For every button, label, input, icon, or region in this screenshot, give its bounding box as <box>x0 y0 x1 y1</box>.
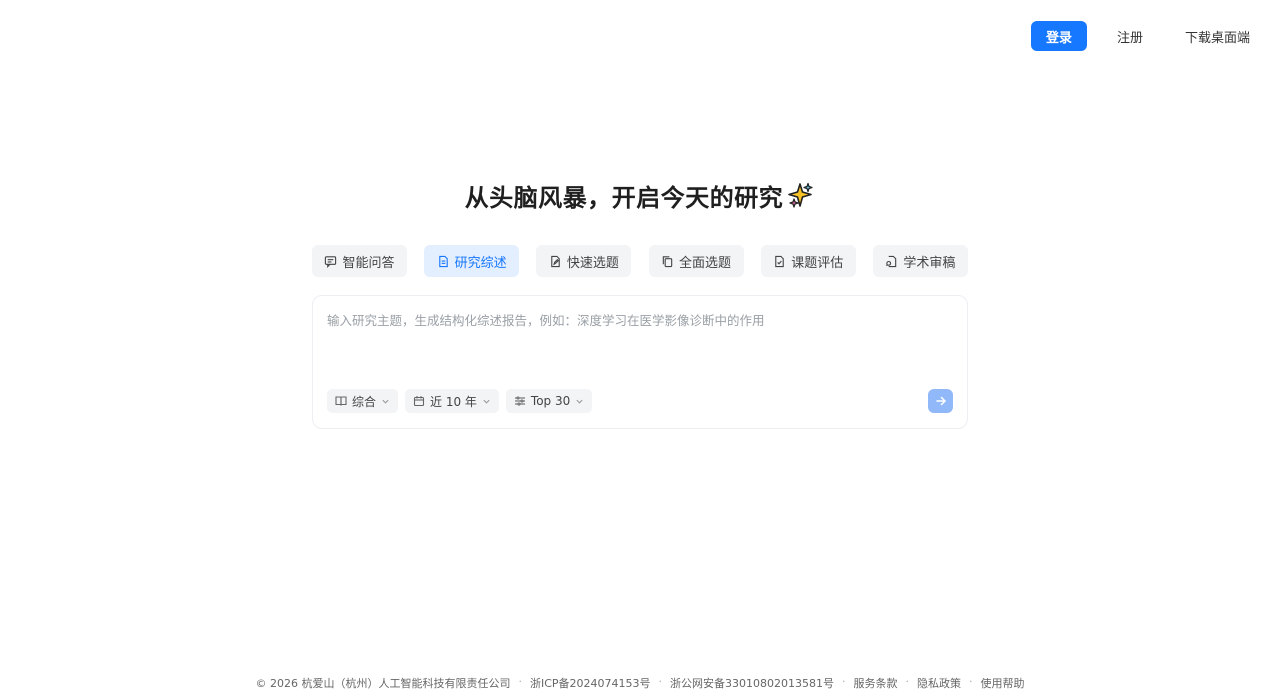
edit-doc-icon <box>551 255 560 267</box>
tab-topic-assessment[interactable]: 课题评估 <box>760 245 856 277</box>
page-title: 从头脑风暴，开启今天的研究 <box>0 175 1280 215</box>
icp-link[interactable]: 浙ICP备2024074153号 <box>530 675 651 691</box>
filter-label: 近 10 年 <box>430 394 477 409</box>
tab-smart-qa[interactable]: 智能问答 <box>312 245 407 277</box>
terms-link[interactable]: 服务条款 <box>854 675 898 691</box>
footer: © 2026 杭爱山（杭州）人工智能科技有限责任公司 · 浙ICP备202407… <box>0 675 1280 691</box>
tab-label: 学术审稿 <box>903 255 956 271</box>
tab-label: 研究综述 <box>454 255 507 271</box>
year-range-filter[interactable]: 近 10 年 <box>405 389 499 413</box>
prompt-card: 综合 近 10 年 Top 30 <box>312 295 968 429</box>
tab-quick-topic[interactable]: 快速选题 <box>536 245 632 277</box>
top-nav: 登录 注册 下载桌面端 <box>1030 21 1250 51</box>
police-record-link[interactable]: 浙公网安备33010802013581号 <box>670 675 834 691</box>
research-topic-input[interactable] <box>327 310 947 370</box>
chevron-down-icon <box>382 399 389 404</box>
review-doc-icon <box>886 255 897 267</box>
sparkle-icon <box>788 182 813 208</box>
chevron-down-icon <box>483 399 490 404</box>
tab-full-topic[interactable]: 全面选题 <box>648 245 744 277</box>
privacy-link[interactable]: 隐私政策 <box>917 675 961 691</box>
filter-label: 综合 <box>352 394 377 409</box>
tab-label: 全面选题 <box>679 255 732 271</box>
footer-separator: · <box>658 675 663 688</box>
send-button[interactable] <box>928 389 953 413</box>
book-icon <box>335 396 347 406</box>
filter-label: Top 30 <box>530 394 571 408</box>
tab-academic-review[interactable]: 学术审稿 <box>872 245 968 277</box>
help-link[interactable]: 使用帮助 <box>981 675 1025 691</box>
register-link[interactable]: 注册 <box>1117 27 1143 46</box>
footer-separator: · <box>905 675 910 688</box>
filter-bar: 综合 近 10 年 Top 30 <box>327 389 593 413</box>
assess-doc-icon <box>775 255 785 267</box>
copy-icon <box>662 255 673 267</box>
page-title-text: 从头脑风暴，开启今天的研究 <box>464 183 784 212</box>
top-count-filter[interactable]: Top 30 <box>505 389 593 413</box>
calendar-icon <box>413 396 425 407</box>
tab-label: 智能问答 <box>342 255 395 271</box>
footer-separator: · <box>518 675 522 688</box>
chevron-down-icon <box>576 399 583 404</box>
footer-separator: · <box>842 675 846 688</box>
login-button[interactable]: 登录 <box>1030 21 1087 51</box>
mode-tabs: 智能问答 研究综述 快速选题 全面选题 课题评估 学术审稿 <box>312 245 968 277</box>
document-icon <box>438 255 448 267</box>
sort-filter[interactable]: 综合 <box>327 389 399 413</box>
arrow-right-icon <box>935 396 946 406</box>
copyright-text: © 2026 杭爱山（杭州）人工智能科技有限责任公司 <box>255 677 511 690</box>
download-desktop-link[interactable]: 下载桌面端 <box>1185 27 1250 46</box>
tab-label: 快速选题 <box>566 255 619 271</box>
chat-icon <box>325 255 337 268</box>
sliders-icon <box>514 396 525 406</box>
tab-research-review[interactable]: 研究综述 <box>424 245 520 277</box>
tab-label: 课题评估 <box>791 255 844 271</box>
footer-separator: · <box>969 675 973 688</box>
